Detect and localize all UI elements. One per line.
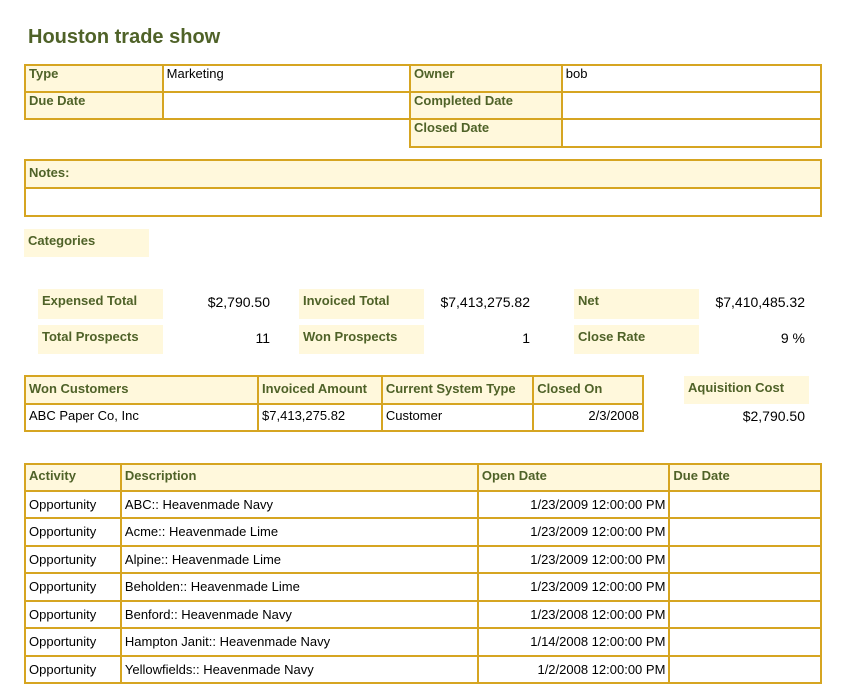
acquisition-cost-label: Aquisition Cost bbox=[684, 376, 809, 404]
owner-value: bob bbox=[560, 64, 823, 93]
type-value: Marketing bbox=[161, 64, 412, 93]
won-prospects-value: 1 bbox=[522, 330, 530, 346]
activity-due-date bbox=[668, 572, 822, 602]
column-header: Won Customers bbox=[23, 375, 260, 405]
activity-open-date: 1/23/2008 12:00:00 PM bbox=[476, 600, 671, 629]
table-row: Opportunity Alpine:: Heavenmade Lime 1/2… bbox=[24, 545, 822, 574]
activity-due-date bbox=[668, 627, 822, 657]
activity-description: Hampton Janit:: Heavenmade Navy bbox=[119, 627, 479, 657]
closed-date-value bbox=[560, 118, 823, 148]
activity-description: Alpine:: Heavenmade Lime bbox=[119, 545, 479, 574]
closed-date-label: Closed Date bbox=[409, 118, 563, 148]
activity-type: Opportunity bbox=[24, 517, 122, 547]
system-type: Customer bbox=[380, 403, 535, 432]
invoiced-total-value: $7,413,275.82 bbox=[440, 294, 530, 310]
activity-type: Opportunity bbox=[24, 627, 122, 657]
activity-due-date bbox=[668, 490, 822, 519]
activity-open-date: 1/23/2009 12:00:00 PM bbox=[476, 490, 671, 519]
acquisition-cost-value: $2,790.50 bbox=[742, 408, 805, 424]
activity-due-date bbox=[668, 545, 822, 574]
activity-due-date bbox=[668, 517, 822, 547]
activity-type: Opportunity bbox=[24, 572, 122, 602]
table-row: Opportunity Benford:: Heavenmade Navy 1/… bbox=[24, 600, 822, 629]
activity-open-date: 1/23/2009 12:00:00 PM bbox=[476, 545, 671, 574]
activity-type: Opportunity bbox=[24, 545, 122, 574]
completed-date-value bbox=[560, 91, 823, 120]
closed-on: 2/3/2008 bbox=[532, 403, 644, 432]
table-row: ABC Paper Co, Inc $7,413,275.82 Customer… bbox=[23, 403, 644, 432]
column-header: Description bbox=[119, 463, 479, 492]
activity-open-date: 1/14/2008 12:00:00 PM bbox=[476, 627, 671, 657]
activity-description: Beholden:: Heavenmade Lime bbox=[119, 572, 479, 602]
table-row: Opportunity ABC:: Heavenmade Navy 1/23/2… bbox=[24, 490, 822, 519]
column-header: Activity bbox=[24, 463, 122, 492]
won-prospects-label: Won Prospects bbox=[299, 325, 424, 354]
column-header: Due Date bbox=[668, 463, 822, 492]
activity-open-date: 1/23/2009 12:00:00 PM bbox=[476, 517, 671, 547]
activity-type: Opportunity bbox=[24, 600, 122, 629]
column-header: Invoiced Amount bbox=[257, 375, 383, 405]
close-rate-label: Close Rate bbox=[574, 325, 699, 354]
won-customers-table: Won Customers Invoiced Amount Current Sy… bbox=[23, 375, 644, 432]
notes-box: Notes: bbox=[24, 159, 822, 217]
activity-type: Opportunity bbox=[24, 490, 122, 519]
due-date-label: Due Date bbox=[24, 91, 164, 120]
column-header: Closed On bbox=[532, 375, 644, 405]
invoiced-amount: $7,413,275.82 bbox=[257, 403, 383, 432]
notes-label: Notes: bbox=[24, 159, 822, 189]
net-value: $7,410,485.32 bbox=[715, 294, 805, 310]
page-title: Houston trade show bbox=[28, 26, 221, 48]
table-row: Opportunity Hampton Janit:: Heavenmade N… bbox=[24, 627, 822, 657]
column-header: Open Date bbox=[476, 463, 671, 492]
activities-table: Activity Description Open Date Due Date … bbox=[24, 463, 822, 684]
total-prospects-value: 11 bbox=[255, 330, 270, 346]
owner-label: Owner bbox=[409, 64, 563, 93]
customer-name: ABC Paper Co, Inc bbox=[23, 403, 260, 432]
type-label: Type bbox=[24, 64, 164, 93]
categories-label: Categories bbox=[24, 229, 149, 257]
notes-value bbox=[24, 187, 822, 217]
empty-cell bbox=[162, 118, 411, 147]
activity-description: ABC:: Heavenmade Navy bbox=[119, 490, 479, 519]
due-date-value bbox=[161, 91, 412, 120]
completed-date-label: Completed Date bbox=[409, 91, 563, 120]
table-row: Opportunity Acme:: Heavenmade Lime 1/23/… bbox=[24, 517, 822, 547]
activity-description: Benford:: Heavenmade Navy bbox=[119, 600, 479, 629]
column-header: Current System Type bbox=[380, 375, 535, 405]
table-row: Opportunity Beholden:: Heavenmade Lime 1… bbox=[24, 572, 822, 602]
activity-due-date bbox=[668, 600, 822, 629]
invoiced-total-label: Invoiced Total bbox=[299, 289, 424, 319]
total-prospects-label: Total Prospects bbox=[38, 325, 163, 354]
activity-open-date: 1/23/2009 12:00:00 PM bbox=[476, 572, 671, 602]
expensed-total-label: Expensed Total bbox=[38, 289, 163, 319]
activity-description: Acme:: Heavenmade Lime bbox=[119, 517, 479, 547]
details-table: Type Marketing Owner bob Due Date Comple… bbox=[24, 64, 823, 148]
empty-cell bbox=[25, 119, 163, 147]
close-rate-value: 9 % bbox=[780, 330, 805, 346]
expensed-total-value: $2,790.50 bbox=[207, 294, 270, 310]
